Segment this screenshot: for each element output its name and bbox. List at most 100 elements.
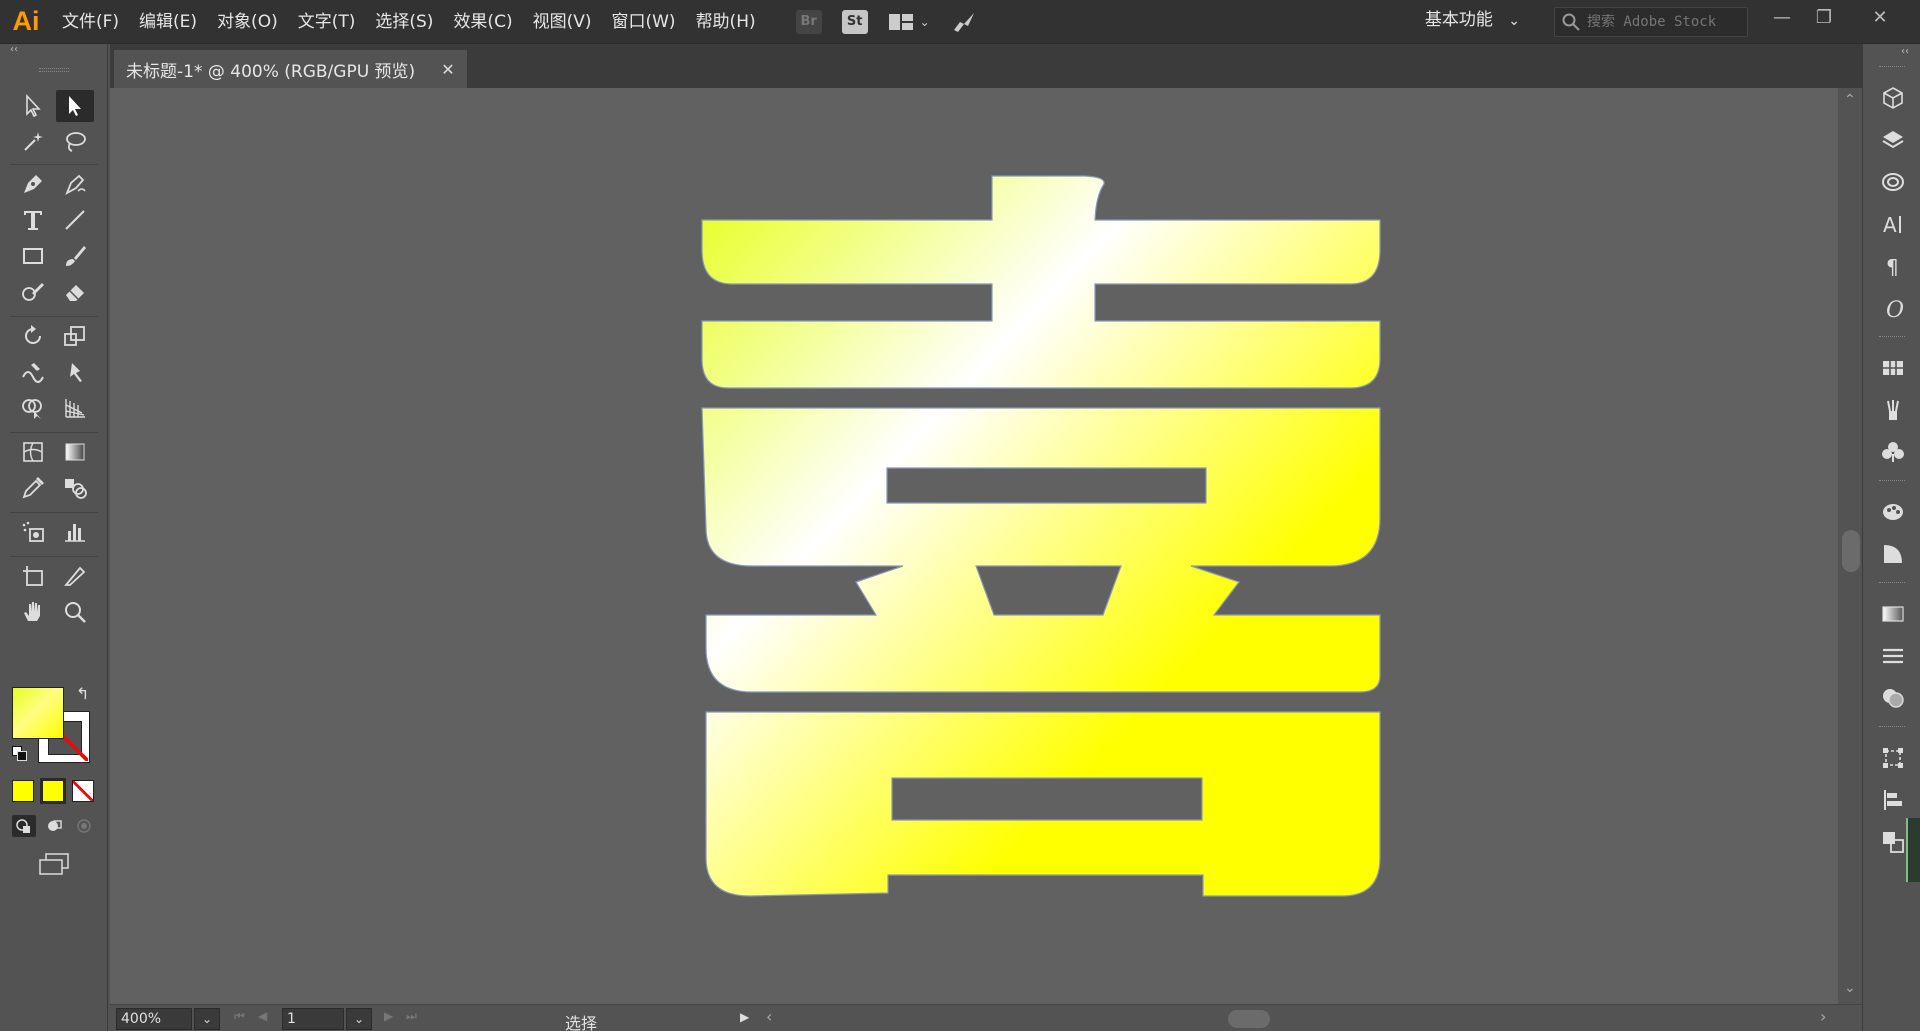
character-panel-icon[interactable]: A [1879,210,1907,238]
minimize-button[interactable]: — [1764,0,1800,34]
gradient-tool-icon[interactable] [56,436,94,468]
color-mode-button[interactable] [12,780,34,802]
transparency-panel-icon[interactable] [1879,684,1907,712]
shape-builder-tool-icon[interactable] [14,392,52,424]
next-artboard-icon[interactable]: ▶ [384,1009,393,1023]
close-window-button[interactable]: ✕ [1862,0,1898,34]
symbol-sprayer-tool-icon[interactable] [14,516,52,548]
color-panel-icon[interactable] [1879,540,1907,568]
selection-tool-icon[interactable] [14,90,52,122]
arrange-documents-button[interactable]: ⌄ [888,12,930,32]
menu-object[interactable]: 对象(O) [207,0,288,44]
gradient-panel-icon[interactable] [1879,600,1907,628]
restore-button[interactable]: ❐ [1806,0,1842,34]
rotate-tool-icon[interactable] [14,320,52,352]
scroll-left-icon[interactable]: ‹ [766,1007,772,1026]
menu-help[interactable]: 帮助(H) [686,0,766,44]
search-input[interactable] [1587,14,1747,30]
current-tool-status: 选择 [565,1014,598,1031]
horizontal-scroll-thumb[interactable] [1228,1010,1270,1028]
pen-tool-icon[interactable] [14,168,52,200]
curvature-tool-icon[interactable] [56,168,94,200]
draw-inside-icon[interactable] [72,815,96,837]
slice-tool-icon[interactable] [56,560,94,592]
mesh-tool-icon[interactable] [14,436,52,468]
screen-mode-icon[interactable] [38,852,70,882]
artboard-tool-icon[interactable] [14,560,52,592]
zoom-tool-icon[interactable] [56,596,94,628]
draw-normal-icon[interactable] [12,815,36,837]
gpu-performance-icon[interactable] [950,10,978,34]
bridge-button[interactable]: Br [795,9,822,34]
scroll-up-icon[interactable]: ⌃ [1844,92,1856,108]
brushes-panel-icon[interactable] [1879,396,1907,424]
close-tab-icon[interactable]: ✕ [441,60,454,79]
symbols-panel-icon[interactable] [1879,438,1907,466]
menu-type[interactable]: 文字(T) [288,0,366,44]
rectangle-tool-icon[interactable] [14,240,52,272]
menu-edit[interactable]: 编辑(E) [129,0,207,44]
shaper-tool-icon[interactable] [14,276,52,308]
line-tool-icon[interactable] [56,204,94,236]
last-artboard-icon[interactable]: ⏭ [406,1009,417,1024]
column-graph-tool-icon[interactable] [56,516,94,548]
vertical-scrollbar[interactable]: ⌃ ⌄ [1838,88,1862,1004]
fill-swatch[interactable] [12,687,64,739]
swatches-panel-icon[interactable] [1879,354,1907,382]
warp-tool-icon[interactable] [14,356,52,388]
status-menu-icon[interactable]: ▶ [740,1010,749,1024]
artboard-dropdown-icon[interactable]: ⌄ [346,1008,372,1030]
eyedropper-tool-icon[interactable] [14,472,52,504]
cc-libraries-panel-icon[interactable] [1879,168,1907,196]
libraries-panel-icon[interactable] [1879,84,1907,112]
swap-fill-stroke-icon[interactable]: ↰ [76,684,89,703]
puppet-warp-tool-icon[interactable] [56,356,94,388]
pathfinder-panel-icon[interactable] [1879,828,1907,856]
stock-button[interactable]: St [841,9,868,34]
eraser-tool-icon[interactable] [56,276,94,308]
align-panel-icon[interactable] [1879,786,1907,814]
menu-file[interactable]: 文件(F) [52,0,129,44]
paintbrush-tool-icon[interactable] [56,240,94,272]
scroll-down-icon[interactable]: ⌄ [1844,980,1856,996]
hand-tool-icon[interactable] [14,596,52,628]
vertical-scroll-thumb[interactable] [1842,530,1860,572]
layers-panel-icon[interactable] [1879,126,1907,154]
document-tab[interactable]: 未标题-1* @ 400% (RGB/GPU 预览) ✕ [114,50,467,88]
perspective-grid-tool-icon[interactable] [56,392,94,424]
tool-divider [10,164,98,165]
scroll-right-icon[interactable]: › [1820,1007,1826,1026]
magic-wand-tool-icon[interactable] [14,126,52,158]
direct-selection-tool-icon[interactable] [56,90,94,122]
menu-view[interactable]: 视图(V) [523,0,602,44]
expand-panels-icon[interactable]: ‹‹ [1901,46,1909,57]
artboard-number-field[interactable]: 1 [282,1008,344,1030]
previous-artboard-icon[interactable]: ◀ [258,1009,267,1023]
artwork-xi-glyph[interactable] [110,88,1838,1004]
workspace-switcher[interactable]: 基本功能 ⌄ [1425,0,1520,44]
toolbar-grip[interactable] [38,68,69,72]
menu-select[interactable]: 选择(S) [365,0,443,44]
svg-text:A: A [1883,213,1897,237]
opentype-panel-icon[interactable]: O [1879,294,1907,322]
color-guide-panel-icon[interactable] [1879,498,1907,526]
lasso-tool-icon[interactable] [56,126,94,158]
blend-tool-icon[interactable] [56,472,94,504]
collapse-toolbar-icon[interactable]: ‹‹ [0,44,107,58]
menu-effect[interactable]: 效果(C) [443,0,522,44]
zoom-field[interactable]: 400% [116,1008,192,1030]
default-fill-stroke-icon[interactable] [12,746,28,762]
stock-search[interactable] [1554,7,1748,37]
draw-behind-icon[interactable] [42,815,66,837]
zoom-dropdown-icon[interactable]: ⌄ [194,1008,220,1030]
first-artboard-icon[interactable]: ⏮ [234,1009,245,1024]
transform-panel-icon[interactable] [1879,744,1907,772]
menu-window[interactable]: 窗口(W) [601,0,685,44]
scale-tool-icon[interactable] [56,320,94,352]
none-mode-button[interactable] [72,780,94,802]
artboard-canvas[interactable] [110,88,1838,1004]
type-tool-icon[interactable] [14,204,52,236]
stroke-panel-icon[interactable] [1879,642,1907,670]
paragraph-panel-icon[interactable]: ¶ [1879,252,1907,280]
gradient-mode-button[interactable] [40,778,66,804]
